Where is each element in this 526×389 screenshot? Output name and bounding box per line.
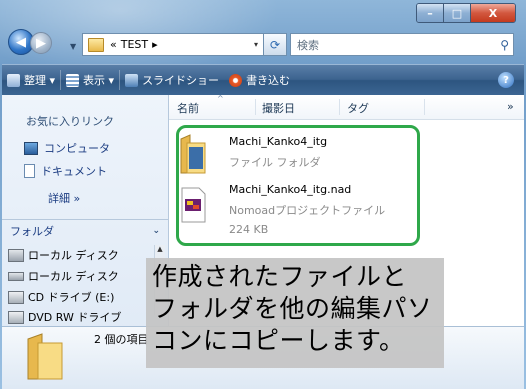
maximize-button[interactable]: □ xyxy=(444,4,471,22)
chevron-down-icon: ⌄ xyxy=(152,226,160,236)
tree-item-local-disk-c[interactable]: ローカル ディスク xyxy=(8,247,119,263)
drive-icon xyxy=(8,271,24,281)
slideshow-label: スライドショー xyxy=(142,74,220,87)
favorite-links-title: お気に入りリンク xyxy=(26,115,114,128)
cd-drive-icon xyxy=(8,290,24,304)
computer-icon xyxy=(24,141,38,155)
burn-disc-icon xyxy=(229,73,243,87)
tree-item-label: ローカル ディスク xyxy=(28,270,119,283)
folders-label: フォルダ xyxy=(10,225,54,238)
column-divider[interactable] xyxy=(255,99,256,115)
dvd-drive-icon xyxy=(8,310,24,324)
address-separator: « xyxy=(110,38,117,51)
view-button[interactable]: 表示 ▾ xyxy=(61,65,119,95)
address-dropdown-icon[interactable]: ▾ xyxy=(254,40,258,49)
caption-line: フォルダを他の編集パソ xyxy=(152,294,433,323)
instruction-caption: 作成されたファイルと フォルダを他の編集パソ コンにコピーします。 xyxy=(146,258,444,368)
column-name[interactable]: 名前 xyxy=(177,100,199,116)
highlight-box xyxy=(176,125,420,246)
organize-button[interactable]: 整理 ▾ xyxy=(2,65,60,95)
slideshow-button[interactable]: スライドショー xyxy=(120,65,224,95)
explorer-window: – □ X ◀ ▶ ▼ « TEST ▸ ▾ ⟳ 検索 ⚲ 整理 ▾ 表示 ▾ … xyxy=(0,0,526,389)
item-count: 2 個の項目 xyxy=(94,333,149,346)
organize-icon xyxy=(7,73,20,87)
refresh-icon[interactable]: ⟳ xyxy=(263,33,287,56)
tree-item-cd-drive[interactable]: CD ドライブ (E:) xyxy=(8,289,114,305)
breadcrumb-test[interactable]: TEST xyxy=(121,38,148,51)
view-icon xyxy=(66,73,80,87)
documents-icon xyxy=(24,164,35,178)
command-bar: 整理 ▾ 表示 ▾ スライドショー 書き込む ? xyxy=(2,64,524,96)
favorite-computer-label: コンピュータ xyxy=(44,142,110,155)
caption-line: 作成されたファイルと xyxy=(152,262,408,291)
tree-item-local-disk-d[interactable]: ローカル ディスク xyxy=(8,268,119,284)
folder-icon xyxy=(88,37,104,52)
favorite-documents[interactable]: ドキュメント xyxy=(24,163,107,179)
caption-line: コンにコピーします。 xyxy=(152,326,405,355)
address-bar[interactable]: « TEST ▸ ▾ xyxy=(82,33,264,56)
burn-button[interactable]: 書き込む xyxy=(224,65,295,95)
minimize-button[interactable]: – xyxy=(417,4,444,22)
favorite-computer[interactable]: コンピュータ xyxy=(24,140,110,156)
more-columns-icon[interactable]: » xyxy=(507,100,514,113)
folder-icon xyxy=(27,333,63,380)
column-date-taken[interactable]: 撮影日 xyxy=(262,100,295,116)
forward-arrow-icon[interactable]: ▶ xyxy=(30,32,52,54)
favorite-documents-label: ドキュメント xyxy=(41,165,107,178)
tree-item-label: CD ドライブ (E:) xyxy=(28,291,115,304)
folders-toggle[interactable]: フォルダ ⌄ xyxy=(2,219,168,242)
search-placeholder: 検索 xyxy=(297,38,319,52)
close-button[interactable]: X xyxy=(471,4,515,22)
burn-label: 書き込む xyxy=(246,74,291,87)
breadcrumb-arrow-icon[interactable]: ▸ xyxy=(152,38,158,51)
search-input[interactable]: 検索 ⚲ xyxy=(290,33,514,56)
more-link[interactable]: 詳細 » xyxy=(48,190,80,206)
column-header: 名前 ^ 撮影日 タグ » xyxy=(169,94,524,120)
caption-buttons: – □ X xyxy=(416,3,516,23)
sort-arrow-icon: ^ xyxy=(217,94,224,103)
search-icon[interactable]: ⚲ xyxy=(500,38,509,52)
column-tags[interactable]: タグ xyxy=(347,100,369,116)
tree-item-label: ローカル ディスク xyxy=(28,249,119,262)
navigation-buttons: ◀ ▶ xyxy=(8,29,52,55)
slideshow-icon xyxy=(125,73,139,87)
drive-icon xyxy=(8,248,24,262)
organize-label: 整理 ▾ xyxy=(24,74,56,87)
help-icon[interactable]: ? xyxy=(498,72,514,88)
tree-item-label: DVD RW ドライブ xyxy=(28,311,122,324)
scroll-up-icon[interactable]: ▲ xyxy=(155,245,165,253)
column-divider[interactable] xyxy=(339,99,340,115)
recent-pages-dropdown-icon[interactable]: ▼ xyxy=(70,42,76,51)
tree-item-dvd-drive[interactable]: DVD RW ドライブ xyxy=(8,309,121,325)
column-divider[interactable] xyxy=(424,99,425,115)
view-label: 表示 ▾ xyxy=(83,74,115,87)
